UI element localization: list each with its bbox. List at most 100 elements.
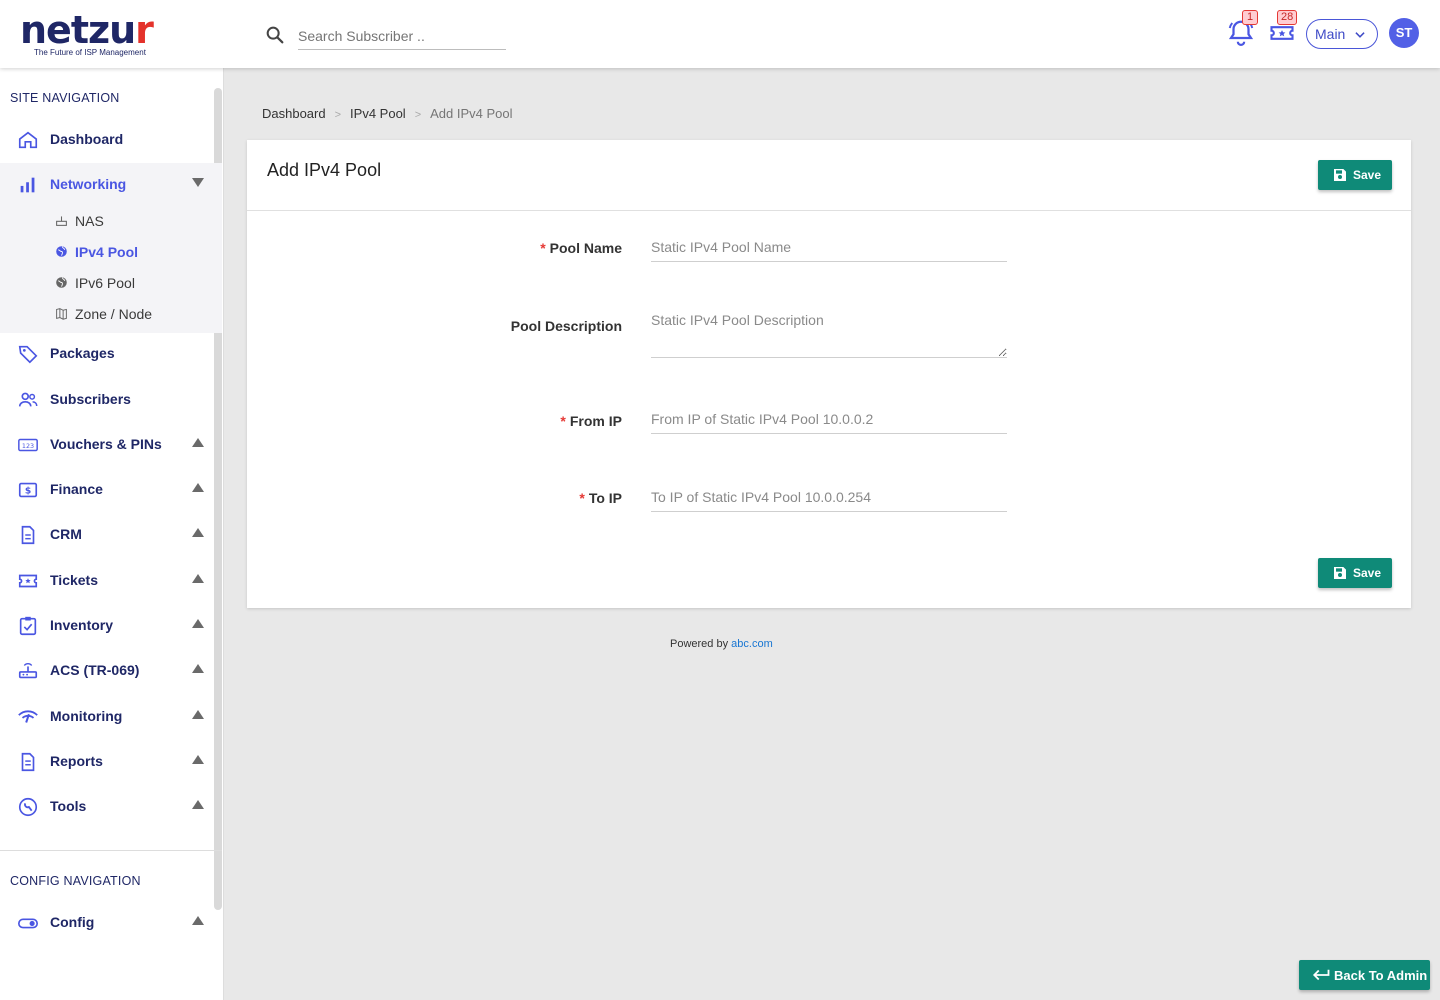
sidebar-item-label: Packages: [50, 345, 115, 361]
sidebar-subitem-label: Zone / Node: [75, 306, 153, 322]
top-header: netzur The Future of ISP Management 1 28…: [0, 0, 1440, 68]
sidebar-item-label: Tools: [50, 798, 87, 814]
workspace-select-value: Main: [1315, 26, 1346, 42]
pool-name-label: * Pool Name: [422, 240, 622, 256]
breadcrumb-link-ipv4-pool[interactable]: IPv4 Pool: [350, 106, 406, 121]
from-ip-label: * From IP: [422, 413, 622, 429]
ticket-icon: [18, 574, 38, 588]
sidebar-subitem-nas[interactable]: NAS: [0, 207, 214, 235]
footer: Powered by abc.com: [670, 638, 773, 650]
people-icon: [18, 392, 38, 407]
logo-wordmark: netzur: [20, 8, 154, 52]
save-button-bottom[interactable]: Save: [1318, 558, 1392, 588]
breadcrumb-separator: >: [414, 109, 422, 121]
chevron-down-icon: [1355, 32, 1365, 38]
sidebar-item-vouchers-pins[interactable]: 123 Vouchers & PINs: [0, 425, 214, 465]
sidebar-item-label: Reports: [50, 753, 103, 769]
sidebar-item-dashboard[interactable]: Dashboard: [0, 120, 214, 160]
sidebar-subitem-ipv4-pool[interactable]: IPv4 Pool: [0, 238, 214, 266]
back-to-admin-button[interactable]: Back To Admin: [1299, 960, 1430, 990]
to-ip-input[interactable]: [651, 482, 1007, 512]
card-divider: [247, 210, 1411, 211]
caret-up-icon: [192, 438, 204, 447]
sidebar-item-label: Networking: [50, 176, 127, 192]
from-ip-label-text: From IP: [569, 413, 622, 429]
sidebar-item-subscribers[interactable]: Subscribers: [0, 380, 214, 420]
save-button-label: Save: [1353, 566, 1382, 580]
brand-logo[interactable]: netzur The Future of ISP Management: [20, 8, 154, 57]
router-icon: [56, 216, 67, 226]
caret-up-icon: [192, 574, 204, 583]
notifications-badge: 1: [1242, 10, 1258, 25]
wrench-icon: [18, 797, 38, 817]
caret-up-icon: [192, 800, 204, 809]
breadcrumb: Dashboard > IPv4 Pool > Add IPv4 Pool: [262, 106, 513, 121]
sidebar-item-tools[interactable]: Tools: [0, 787, 214, 827]
sidebar-item-label: Monitoring: [50, 708, 123, 724]
sidebar-subitem-label: NAS: [75, 213, 104, 229]
sidebar-item-crm[interactable]: CRM: [0, 515, 214, 555]
sidebar: SITE NAVIGATION Dashboard Networking NAS…: [0, 68, 224, 1000]
sidebar-item-tickets[interactable]: Tickets: [0, 561, 214, 601]
sidebar-item-label: Subscribers: [50, 391, 131, 407]
search-input[interactable]: [298, 22, 506, 50]
breadcrumb-link-dashboard[interactable]: Dashboard: [262, 106, 326, 121]
tickets-button[interactable]: 28: [1268, 10, 1298, 48]
globe-icon: [56, 246, 67, 257]
breadcrumb-separator: >: [334, 109, 342, 121]
sidebar-subitem-zone-node[interactable]: Zone / Node: [0, 300, 214, 328]
search-icon[interactable]: [264, 24, 286, 46]
config-navigation-heading: CONFIG NAVIGATION: [10, 874, 141, 888]
user-avatar[interactable]: ST: [1389, 18, 1419, 48]
required-marker: *: [540, 240, 546, 256]
sidebar-item-finance[interactable]: $ Finance: [0, 470, 214, 510]
caret-up-icon: [192, 528, 204, 537]
caret-up-icon: [192, 483, 204, 492]
caret-up-icon: [192, 916, 204, 925]
notifications-button[interactable]: 1: [1226, 10, 1258, 48]
sidebar-item-label: Inventory: [50, 617, 114, 633]
save-button-label: Save: [1353, 168, 1382, 182]
globe-icon: [56, 277, 67, 288]
save-icon: [1334, 169, 1346, 181]
sidebar-item-config[interactable]: Config: [0, 903, 214, 943]
to-ip-label: * To IP: [422, 490, 622, 506]
svg-text:$: $: [25, 486, 31, 497]
footer-link[interactable]: abc.com: [731, 638, 773, 650]
from-ip-input[interactable]: [651, 404, 1007, 434]
pool-name-input[interactable]: [651, 232, 1007, 262]
sidebar-item-label: Tickets: [50, 572, 98, 588]
pool-description-label: Pool Description: [510, 318, 622, 334]
dollar-icon: $: [18, 482, 38, 498]
sidebar-item-reports[interactable]: Reports: [0, 742, 214, 782]
signal-icon: [18, 710, 38, 723]
pool-description-textarea[interactable]: [651, 312, 1007, 358]
workspace-select[interactable]: Main: [1306, 19, 1378, 49]
logo-tagline: The Future of ISP Management: [34, 48, 146, 57]
router-icon: [18, 663, 38, 679]
sidebar-item-acs[interactable]: ACS (TR-069): [0, 651, 214, 691]
required-marker: *: [579, 490, 585, 506]
site-navigation-heading: SITE NAVIGATION: [10, 91, 120, 105]
sidebar-item-inventory[interactable]: Inventory: [0, 606, 214, 646]
sidebar-item-monitoring[interactable]: Monitoring: [0, 697, 214, 737]
page-title: Add IPv4 Pool: [267, 160, 382, 180]
save-button-top[interactable]: Save: [1318, 160, 1392, 190]
caret-down-icon: [192, 178, 204, 187]
tickets-badge: 28: [1277, 10, 1298, 25]
sidebar-item-networking[interactable]: Networking: [0, 165, 214, 205]
caret-up-icon: [192, 710, 204, 719]
to-ip-label-text: To IP: [588, 490, 622, 506]
back-to-admin-label: Back To Admin: [1334, 967, 1428, 983]
required-marker: *: [560, 413, 566, 429]
caret-up-icon: [192, 619, 204, 628]
clipboard-check-icon: [19, 616, 37, 636]
sidebar-item-label: ACS (TR-069): [50, 662, 140, 678]
sidebar-subitem-ipv6-pool[interactable]: IPv6 Pool: [0, 269, 214, 297]
numbers-icon: 123: [18, 438, 38, 452]
sidebar-item-packages[interactable]: Packages: [0, 334, 214, 374]
svg-text:123: 123: [22, 442, 34, 450]
add-ipv4-pool-card: Add IPv4 Pool Save *Pool Name Pool Descr…: [247, 140, 1411, 608]
sidebar-item-label: Dashboard: [50, 131, 124, 147]
arrow-back-icon: [1312, 969, 1330, 981]
